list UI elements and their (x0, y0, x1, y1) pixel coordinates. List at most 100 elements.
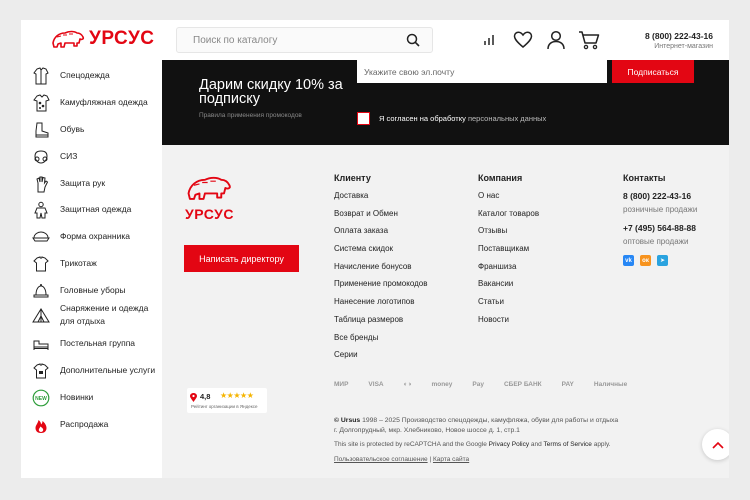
user-agreement-link[interactable]: Пользовательское соглашение (334, 456, 428, 463)
promo-rules-link[interactable]: Правила применения промокодов (199, 112, 302, 119)
compare-button[interactable] (479, 29, 501, 51)
boot-icon (32, 121, 50, 139)
header-icons (479, 29, 600, 51)
sidebar-item-label: Головные уборы (60, 285, 126, 296)
company-link[interactable]: О нас (478, 191, 539, 209)
client-link[interactable]: Оплата заказа (334, 226, 427, 244)
client-link[interactable]: Серии (334, 350, 427, 368)
client-link[interactable]: Система скидок (334, 244, 427, 262)
payment-logo: PAY (561, 381, 574, 388)
sidebar-item[interactable]: Снаряжение и одежда для отдыха (21, 302, 162, 327)
recaptcha-apply: apply. (593, 441, 611, 448)
heart-icon (513, 31, 533, 48)
footer-logo[interactable]: УРСУС (185, 173, 234, 222)
sidebar-item[interactable]: Камуфляжная одежда (21, 90, 162, 115)
sidebar-item[interactable]: Защитная одежда (21, 197, 162, 222)
subscribe-button[interactable]: Подписаться (612, 60, 694, 83)
consent-checkbox[interactable] (357, 112, 370, 125)
client-link[interactable]: Применение промокодов (334, 279, 427, 297)
telegram-icon[interactable]: ➤ (657, 255, 668, 266)
bear-logo-icon (187, 176, 231, 200)
payment-logo: money (431, 381, 453, 388)
wholesale-phone[interactable]: +7 (495) 564-88-88 (623, 223, 697, 233)
company-link[interactable]: Вакансии (478, 279, 539, 297)
sidebar-item[interactable]: Защита рук (21, 171, 162, 196)
search-input[interactable] (177, 28, 397, 52)
client-link[interactable]: Возврат и Обмен (334, 209, 427, 227)
payment-logo: МИР (334, 381, 349, 388)
tent-icon (32, 306, 50, 324)
search-box (176, 27, 433, 53)
sidebar-item[interactable]: СИЗ (21, 144, 162, 169)
payment-methods: МИР VISA ◐◑ money Pay СБЕР БАНК PAY Наличные (334, 381, 627, 388)
payment-logo: Наличные (593, 381, 628, 388)
terms-link[interactable]: Terms of Service (543, 441, 591, 448)
client-link[interactable]: Нанесение логотипов (334, 297, 427, 315)
yandex-rating-badge[interactable]: 4,8 ★★★★★ Рейтинг организации в Яндексе (187, 388, 267, 413)
sidebar-item[interactable]: Головные уборы (21, 278, 162, 303)
sidebar-item-label: Новинки (60, 392, 94, 403)
personal-data-link[interactable]: персональных данных (468, 114, 546, 123)
sidebar-item[interactable]: NEW Новинки (21, 385, 162, 410)
privacy-policy-link[interactable]: Privacy Policy (489, 441, 529, 448)
company-link[interactable]: Новости (478, 315, 539, 333)
sidebar-item-label: Спецодежда (60, 70, 110, 81)
client-link[interactable]: Таблица размеров (334, 315, 427, 333)
company-link[interactable]: Отзывы (478, 226, 539, 244)
cart-icon (579, 31, 600, 50)
sidebar-item[interactable]: Трикотаж (21, 251, 162, 276)
ok-icon[interactable]: ок (640, 255, 651, 266)
recaptcha-and: and (530, 441, 542, 448)
hat-icon (32, 282, 50, 300)
promo-title: Дарим скидку 10% за подписку (199, 77, 343, 107)
sitemap-link[interactable]: Карта сайта (433, 456, 469, 463)
scroll-to-top-button[interactable] (702, 429, 729, 460)
company-link[interactable]: Франшиза (478, 262, 539, 280)
favorites-button[interactable] (512, 29, 534, 51)
company-link[interactable]: Каталог товаров (478, 209, 539, 227)
footer-column-client: Клиенту Доставка Возврат и Обмен Оплата за… (334, 173, 427, 368)
bear-logo-icon (52, 30, 85, 48)
company-link[interactable]: Статьи (478, 297, 539, 315)
client-link[interactable]: Начисление бонусов (334, 262, 427, 280)
tshirt-icon (32, 255, 50, 273)
footer-column-contacts: Контакты 8 (800) 222-43-16 розничные про… (623, 173, 697, 266)
bedding-icon (32, 335, 50, 353)
footer: УРСУС Написать директору Клиенту Доставк… (162, 145, 729, 478)
header-phone: 8 (800) 222-43-16 Интернет-магазин (645, 31, 713, 50)
footer-logo-text: УРСУС (185, 206, 234, 222)
copyright-text: 1998 – 2025 Производство спецодежды, кам… (362, 417, 619, 424)
copyright: © Ursus 1998 – 2025 Производство спецоде… (334, 416, 654, 436)
sidebar-item[interactable]: Спецодежда (21, 63, 162, 88)
search-icon[interactable] (406, 33, 420, 47)
client-link[interactable]: Доставка (334, 191, 427, 209)
sidebar-item-label: Защитная одежда (60, 204, 132, 215)
account-button[interactable] (545, 29, 567, 51)
vk-icon[interactable]: vk (623, 255, 634, 266)
client-link[interactable]: Все бренды (334, 333, 427, 351)
header-phone-number[interactable]: 8 (800) 222-43-16 (645, 31, 713, 41)
main-content: Дарим скидку 10% за подписку Правила при… (162, 60, 729, 478)
email-field[interactable] (357, 60, 607, 83)
client-column-title: Клиенту (334, 173, 371, 183)
write-director-button[interactable]: Написать директору (184, 245, 299, 272)
svg-text:NEW: NEW (35, 396, 47, 402)
site-logo[interactable]: УРСУС (51, 28, 155, 50)
legal-separator: | (429, 456, 432, 463)
sidebar-item-label: Дополнительные услуги (60, 365, 156, 376)
payment-logo: Pay (472, 381, 484, 388)
sidebar-item[interactable]: Форма охранника (21, 224, 162, 249)
company-link[interactable]: Поставщикам (478, 244, 539, 262)
catalog-sidebar: Спецодежда Камуфляжная одежда Обувь СИЗ Защи… (21, 60, 162, 478)
sidebar-item[interactable]: Дополнительные услуги (21, 358, 162, 383)
payment-logo: ◐◑ (403, 381, 412, 388)
company-column-title: Компания (478, 173, 523, 183)
sidebar-item[interactable]: Распродажа (21, 412, 162, 437)
sidebar-item[interactable]: Обувь (21, 117, 162, 142)
fire-icon (32, 416, 50, 434)
cart-button[interactable] (578, 29, 600, 51)
legal-links: Пользовательское соглашение | Карта сайт… (334, 456, 469, 463)
sidebar-item[interactable]: Постельная группа (21, 331, 162, 356)
retail-phone[interactable]: 8 (800) 222-43-16 (623, 191, 697, 201)
chevron-up-icon (711, 441, 724, 449)
